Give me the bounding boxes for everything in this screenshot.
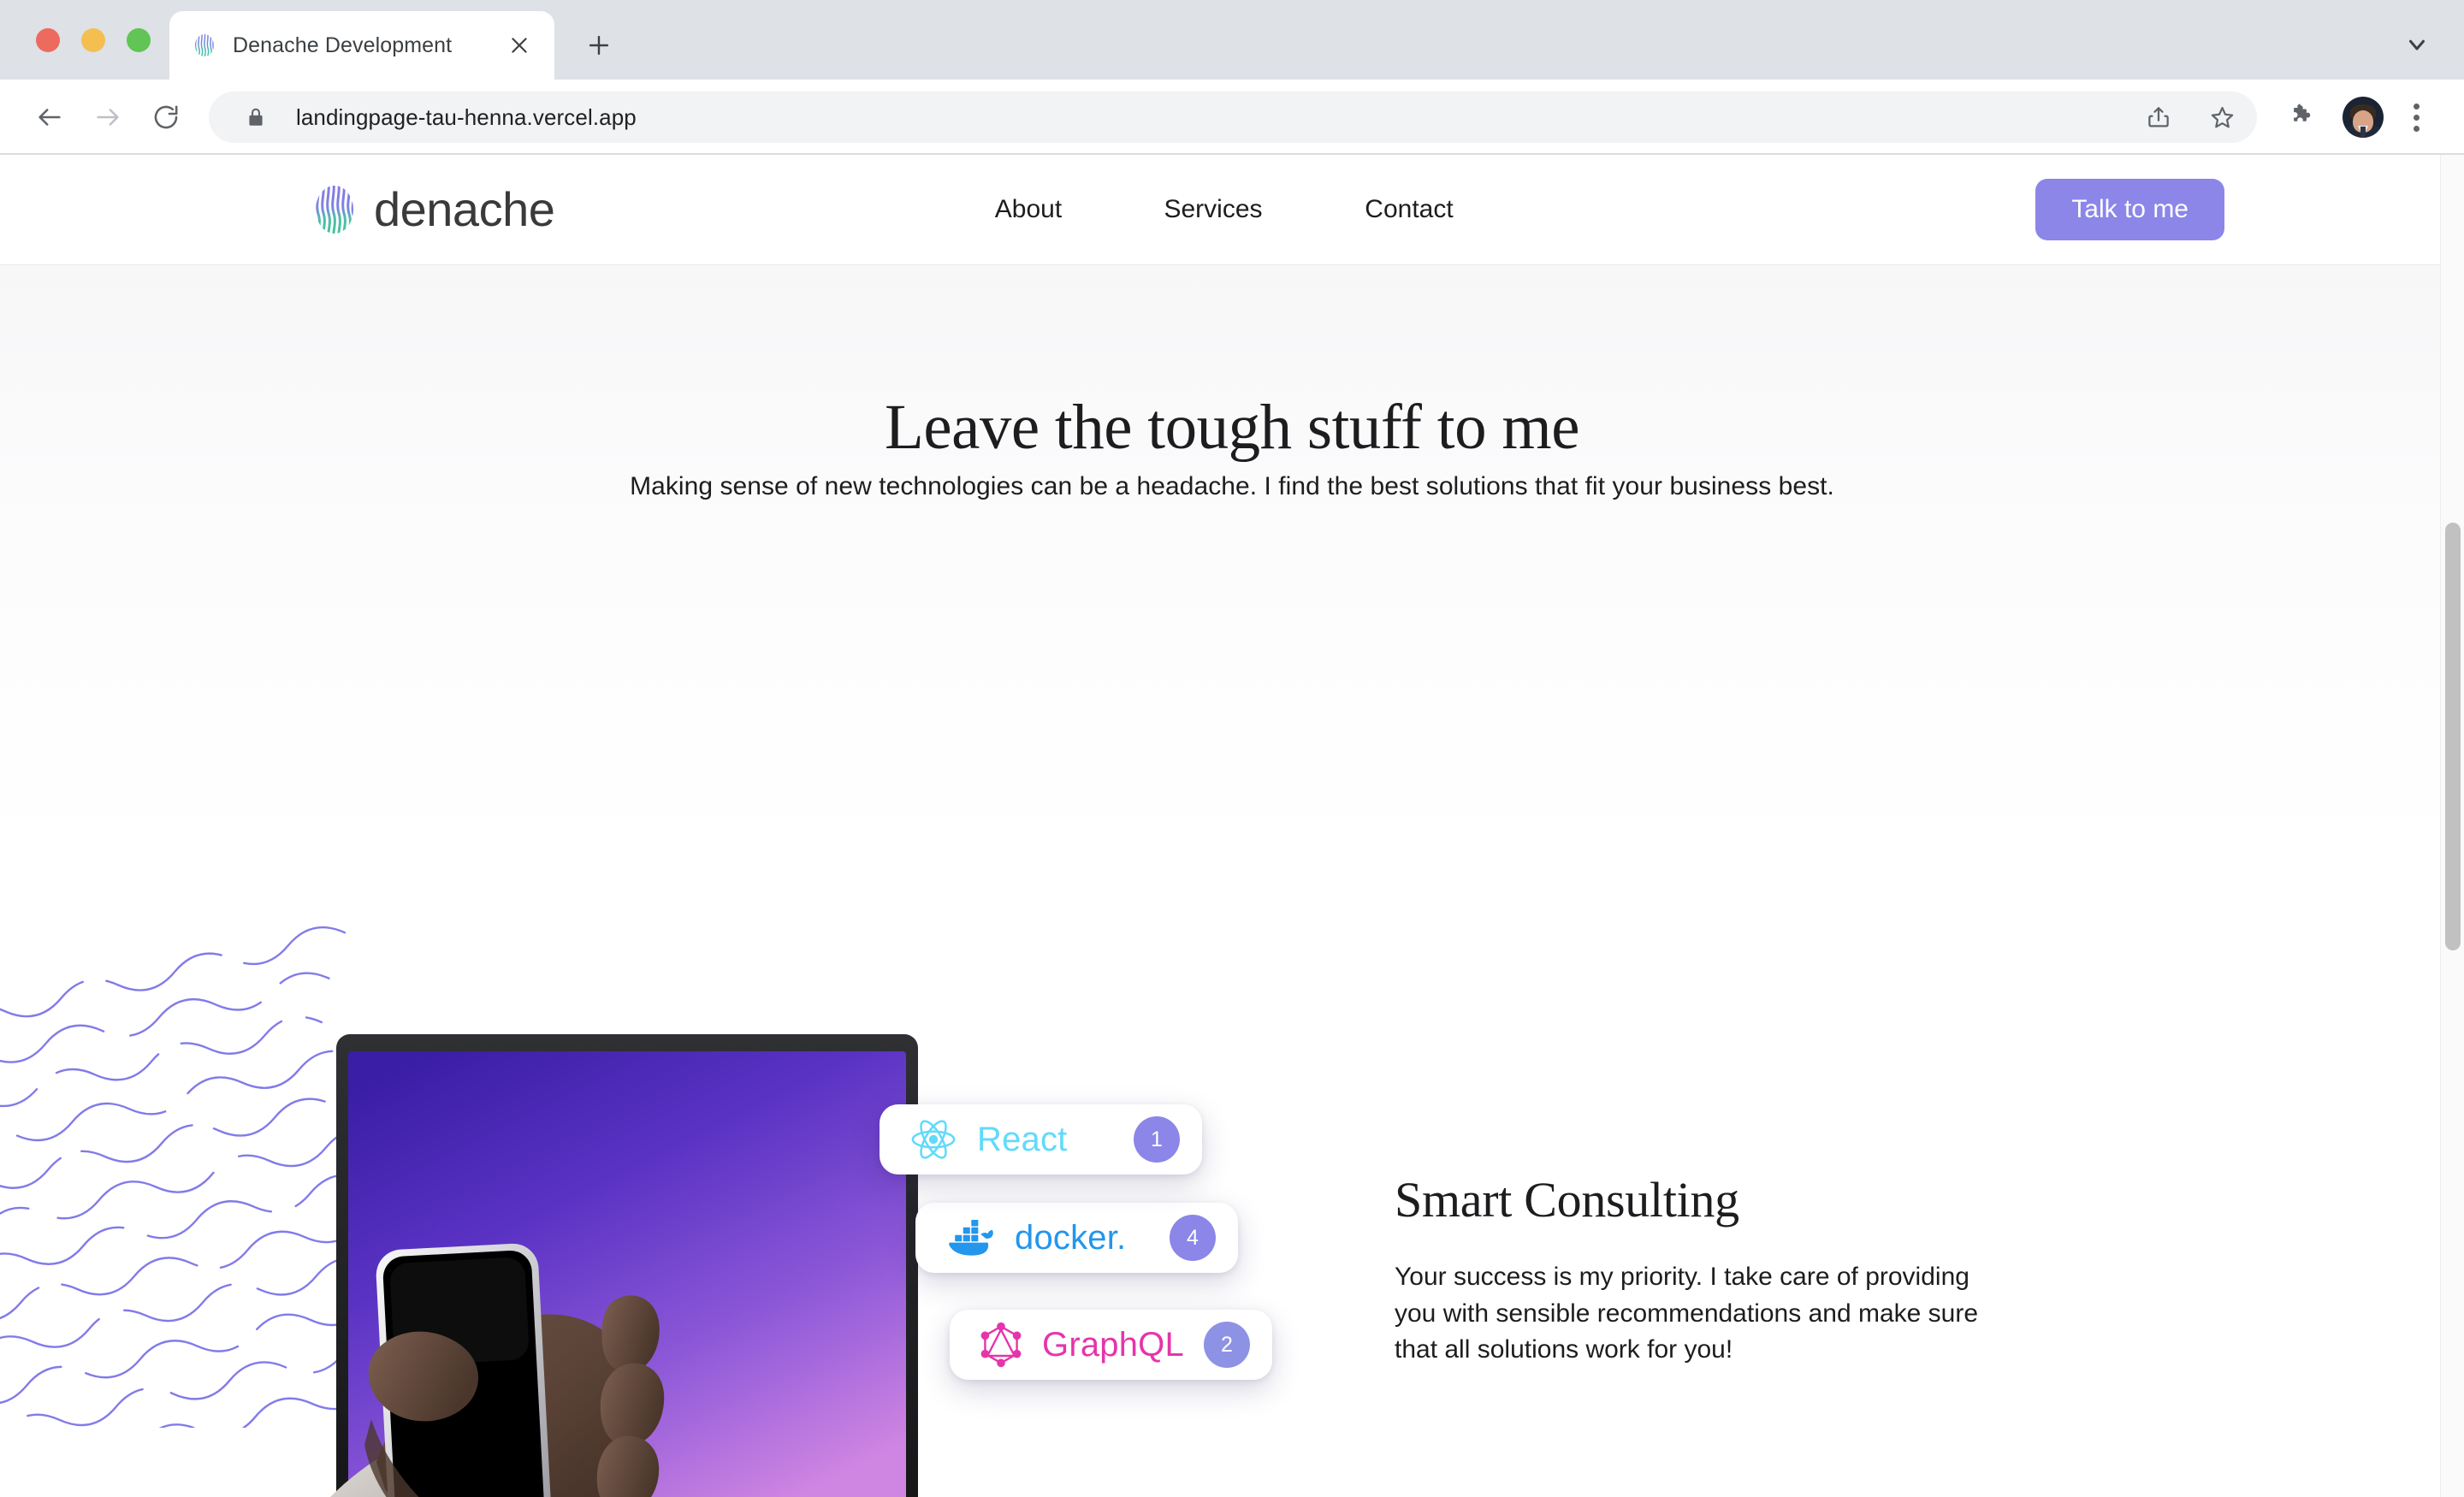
share-icon[interactable] <box>2135 94 2182 140</box>
status-badge: 4 <box>1170 1215 1216 1261</box>
page-viewport: denache About Services Contact Talk to m… <box>0 155 2464 1497</box>
denache-logo-icon <box>192 33 217 58</box>
feature-block: Smart Consulting Your success is my prio… <box>1395 1171 1993 1369</box>
reload-icon[interactable] <box>137 88 195 146</box>
puzzle-icon[interactable] <box>2277 92 2327 142</box>
close-icon[interactable] <box>503 29 536 62</box>
browser-window: Denache Development landingpage-tau-henn… <box>0 0 2464 1497</box>
status-badge: 2 <box>1204 1322 1250 1368</box>
tech-card-label: React <box>977 1120 1068 1158</box>
browser-tab[interactable]: Denache Development <box>169 11 554 80</box>
avatar[interactable] <box>2343 97 2384 138</box>
window-maximize-button[interactable] <box>127 28 151 52</box>
site-nav: About Services Contact <box>941 186 1507 233</box>
new-tab-button[interactable] <box>575 21 623 69</box>
react-icon <box>909 1116 958 1163</box>
hero-subtitle: Making sense of new technologies can be … <box>630 472 1834 500</box>
tech-card-label: GraphQL <box>1042 1325 1184 1364</box>
window-minimize-button[interactable] <box>81 28 105 52</box>
denache-logo-icon <box>311 181 358 238</box>
brand-name: denache <box>374 182 555 236</box>
kebab-menu-icon[interactable] <box>2394 92 2438 142</box>
url-text[interactable]: landingpage-tau-henna.vercel.app <box>296 104 2118 131</box>
nav-item-about[interactable]: About <box>941 186 1116 233</box>
lock-icon <box>233 94 279 140</box>
feature-body: Your success is my priority. I take care… <box>1395 1263 1979 1364</box>
page-title: Leave the tough stuff to me <box>885 392 1579 463</box>
scrollbar-thumb[interactable] <box>2445 523 2461 950</box>
talk-to-me-button[interactable]: Talk to me <box>2035 179 2224 240</box>
window-controls <box>36 28 151 52</box>
address-bar[interactable]: landingpage-tau-henna.vercel.app <box>209 92 2257 143</box>
tab-title: Denache Development <box>233 33 453 57</box>
tech-card-graphql[interactable]: GraphQL 2 <box>950 1310 1272 1380</box>
chevron-down-icon[interactable] <box>2394 24 2440 65</box>
docker-icon <box>945 1219 996 1257</box>
feature-heading: Smart Consulting <box>1395 1172 1739 1228</box>
brand-logo[interactable]: denache <box>311 181 555 238</box>
browser-toolbar: landingpage-tau-henna.vercel.app <box>0 80 2464 155</box>
hero-section: Leave the tough stuff to me Making sense… <box>0 264 2464 1497</box>
tech-card-docker[interactable]: docker. 4 <box>915 1203 1238 1273</box>
tech-card-react[interactable]: React 1 <box>880 1104 1202 1175</box>
tech-card-label: docker. <box>1015 1218 1127 1257</box>
arrow-right-icon[interactable] <box>79 88 137 146</box>
tab-strip: Denache Development <box>0 0 2464 80</box>
arrow-left-icon[interactable] <box>21 88 79 146</box>
nav-item-services[interactable]: Services <box>1116 186 1311 233</box>
page-scrollbar[interactable] <box>2440 155 2464 1497</box>
star-icon[interactable] <box>2199 94 2245 140</box>
status-badge: 1 <box>1134 1116 1180 1163</box>
window-close-button[interactable] <box>36 28 60 52</box>
site-header: denache About Services Contact Talk to m… <box>0 155 2464 264</box>
nav-item-contact[interactable]: Contact <box>1311 186 1507 233</box>
graphql-icon <box>979 1321 1023 1369</box>
